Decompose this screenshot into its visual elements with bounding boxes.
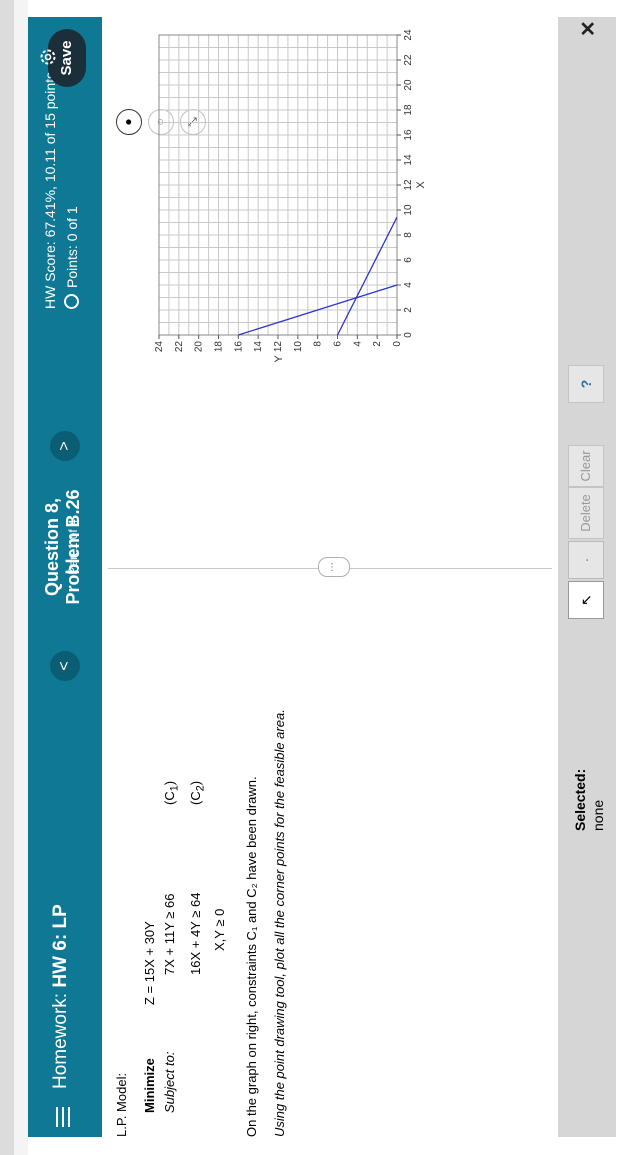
delete-button[interactable]: Delete <box>568 487 604 539</box>
selected-label: Selected: <box>572 768 588 831</box>
y-tick-label: 6 <box>333 341 344 347</box>
question-part: Part 1 of 4 <box>66 519 80 575</box>
selected-value: none <box>590 799 606 831</box>
window-edge <box>0 0 14 1155</box>
y-tick-label: 8 <box>313 341 324 347</box>
menu-icon[interactable] <box>56 1107 70 1127</box>
homework-name: HW 6: LP <box>50 904 71 988</box>
help-button[interactable]: ? <box>568 365 604 403</box>
hw-score: HW Score: 67.41%, 10.11 of 15 points <box>42 71 58 309</box>
objective-function: Z = 15X + 30Y <box>142 921 157 1005</box>
x-tick-label: 22 <box>403 54 414 66</box>
x-tick-label: 6 <box>403 257 414 263</box>
x-tick-label: 10 <box>403 204 414 216</box>
constraint-c1-label: (C1) <box>162 780 181 805</box>
instruction-italic-text: Using the point drawing tool, plot all t… <box>272 709 287 1137</box>
minimize-label: Minimize <box>142 1058 157 1113</box>
x-tick-label: 2 <box>403 307 414 313</box>
y-tick-label: 20 <box>194 341 205 353</box>
stage: Homework: HW 6: LP < Question 8, Problem… <box>0 0 628 1155</box>
constraint-c1: 7X + 11Y ≥ 66 <box>162 893 177 975</box>
x-tick-label: 20 <box>403 79 414 91</box>
point-plot-button[interactable]: · <box>568 541 604 579</box>
y-tick-label: 22 <box>174 341 185 353</box>
close-icon[interactable]: ✕ <box>576 20 601 37</box>
instruction-text: On the graph on right, constraints C₁ an… <box>244 776 259 1137</box>
x-tick-label: 16 <box>403 129 414 141</box>
status-ring-icon <box>64 294 79 309</box>
y-tick-label: 24 <box>154 341 165 353</box>
previous-question-button[interactable]: < <box>50 651 80 681</box>
lp-model-label: L.P. Model: <box>114 1072 129 1137</box>
x-tick-label: 8 <box>403 232 414 238</box>
y-tick-label: 16 <box>233 341 244 353</box>
x-tick-label: 12 <box>403 179 414 191</box>
gear-icon[interactable] <box>38 47 58 67</box>
lp-graph[interactable]: 0246810121416182022240246810121416182022… <box>104 15 424 455</box>
y-tick-label: 2 <box>372 341 383 347</box>
x-tick-label: 4 <box>403 282 414 288</box>
window-gap <box>14 0 28 1155</box>
x-tick-label: 0 <box>403 332 414 338</box>
y-tick-label: 14 <box>253 341 264 353</box>
points-text: Points: 0 of 1 <box>64 206 80 288</box>
x-tick-label: 24 <box>403 29 414 41</box>
resize-handle[interactable]: ⋯ <box>318 557 350 577</box>
homework-title: Homework: HW 6: LP <box>50 904 72 1089</box>
y-axis-label: Y <box>273 355 285 363</box>
cursor-tool-button[interactable]: ↖ <box>568 581 604 619</box>
clear-button[interactable]: Clear <box>568 445 604 487</box>
y-tick-label: 4 <box>352 341 363 347</box>
constraint-c2: 16X + 4Y ≥ 64 <box>188 892 203 975</box>
bottom-toolbar: Selected: none ↖ · Delete Clear ? ✕ <box>558 17 616 1137</box>
y-tick-label: 0 <box>392 341 403 347</box>
header-bar: Homework: HW 6: LP < Question 8, Problem… <box>28 17 102 1137</box>
homework-label: Homework: <box>50 992 71 1089</box>
constraint-c2-label: (C2) <box>188 780 207 805</box>
y-tick-label: 12 <box>273 341 284 353</box>
x-tick-label: 18 <box>403 104 414 116</box>
points-status: Points: 0 of 1 <box>64 206 80 309</box>
y-tick-label: 18 <box>214 341 225 353</box>
nonnegativity-constraint: X,Y ≥ 0 <box>212 908 227 951</box>
x-tick-label: 14 <box>403 154 414 166</box>
x-axis-label: X <box>415 181 424 189</box>
subject-to-label: Subject to: <box>162 1051 177 1113</box>
next-question-button[interactable]: > <box>50 431 80 461</box>
y-tick-label: 10 <box>293 341 304 353</box>
